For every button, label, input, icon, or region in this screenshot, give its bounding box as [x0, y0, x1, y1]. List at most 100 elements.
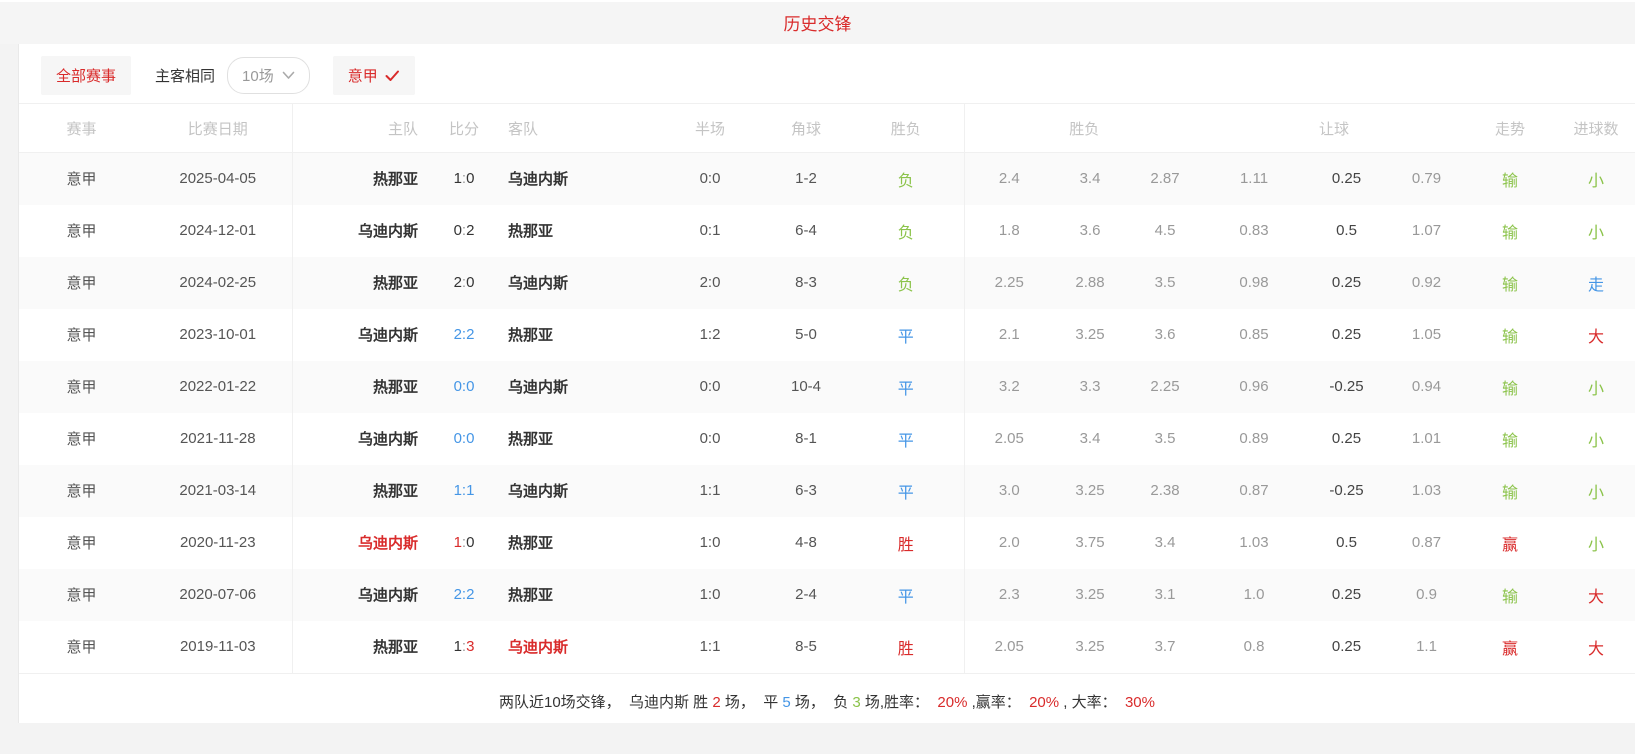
check-icon: [385, 70, 400, 82]
match-count-dropdown[interactable]: 10场: [227, 57, 310, 94]
odds-draw-cell: 3.75: [1075, 534, 1105, 551]
summary-text: 场， 平: [720, 693, 783, 711]
goals-cell: 大: [1588, 588, 1605, 606]
corner-cell: 4-8: [795, 534, 817, 551]
goals-cell: 大: [1588, 640, 1605, 658]
header-odds-group: 胜负: [964, 103, 1204, 153]
filter-league-label: 意甲: [347, 68, 378, 85]
halftime-cell: 0:0: [699, 378, 721, 395]
summary-lose-count: 3: [852, 693, 861, 711]
home-team-cell: 热那亚: [372, 275, 418, 292]
summary-text: 场， 负: [790, 693, 853, 711]
result-cell: 平: [848, 464, 965, 517]
table-row: 意甲 2021-03-14 热那亚 1:1 乌迪内斯 1:1 6-3 平 3.0…: [19, 464, 1635, 517]
header-score: 比分: [434, 103, 494, 153]
table-row: 意甲 2024-02-25 热那亚 2:0 乌迪内斯 2:0 8-3 负 2.2…: [19, 256, 1635, 309]
odds-win-cell: 2.05: [994, 638, 1024, 655]
corner-cell: 1-2: [795, 170, 817, 188]
handicap-line-cell: 0.5: [1336, 222, 1357, 239]
goals-cell: 小: [1588, 484, 1605, 502]
filter-league-button[interactable]: 意甲: [332, 56, 415, 95]
date-cell: 2022-01-22: [144, 360, 293, 413]
score-cell: 0:2: [453, 222, 475, 239]
history-card: 全部赛事 主客相同 10场 意甲 赛事 比赛日期 主队 比分 客队 半场 角球 …: [18, 44, 1635, 723]
league-cell: 意甲: [66, 535, 97, 552]
handicap-away-cell: 0.94: [1411, 378, 1442, 395]
score-cell: 2:2: [453, 586, 475, 603]
away-team-cell: 乌迪内斯: [508, 275, 569, 292]
score-cell: 0:0: [453, 378, 475, 395]
halftime-cell: 0:0: [699, 430, 721, 447]
handicap-home-cell: 0.96: [1239, 378, 1269, 395]
trend-cell: 输: [1502, 328, 1519, 346]
home-team-cell: 乌迪内斯: [357, 327, 418, 344]
table-row: 意甲 2025-04-05 热那亚 1:0 乌迪内斯 0:0 1-2 负 2.4…: [19, 152, 1635, 205]
result-cell: 胜: [848, 620, 965, 673]
odds-draw-cell: 3.25: [1075, 326, 1105, 343]
table-row: 意甲 2020-07-06 乌迪内斯 2:2 热那亚 1:0 2-4 平 2.3…: [19, 568, 1635, 621]
score-cell: 2:2: [453, 326, 475, 343]
handicap-line-cell: 0.25: [1331, 326, 1362, 343]
odds-draw-cell: 3.3: [1079, 378, 1101, 395]
odds-win-cell: 3.0: [998, 482, 1020, 499]
header-trend: 走势: [1464, 103, 1557, 153]
halftime-cell: 1:0: [699, 586, 721, 603]
handicap-away-cell: 0.87: [1411, 534, 1442, 551]
handicap-away-cell: 0.9: [1416, 586, 1437, 603]
handicap-line-cell: 0.25: [1331, 638, 1362, 655]
handicap-away-cell: 0.92: [1411, 274, 1442, 291]
odds-draw-cell: 3.25: [1075, 638, 1105, 655]
score-cell: 2:0: [453, 274, 475, 291]
table-row: 意甲 2021-11-28 乌迪内斯 0:0 热那亚 0:0 8-1 平 2.0…: [19, 412, 1635, 465]
score-cell: 1:1: [453, 482, 475, 499]
table-row: 意甲 2022-01-22 热那亚 0:0 乌迪内斯 0:0 10-4 平 3.…: [19, 360, 1635, 413]
header-away: 客队: [494, 103, 656, 153]
score-cell: 1:0: [453, 170, 475, 188]
goals-cell: 小: [1588, 224, 1605, 242]
date-cell: 2024-02-25: [144, 256, 293, 309]
handicap-away-cell: 1.03: [1411, 482, 1442, 499]
handicap-line-cell: -0.25: [1329, 378, 1364, 395]
filter-all-events-button[interactable]: 全部赛事: [41, 56, 132, 95]
trend-cell: 输: [1502, 172, 1519, 190]
chevron-down-icon: [282, 71, 295, 80]
trend-cell: 赢: [1502, 536, 1519, 554]
corner-cell: 6-3: [795, 482, 817, 499]
date-cell: 2021-11-28: [144, 412, 293, 465]
handicap-home-cell: 0.98: [1239, 274, 1269, 291]
away-team-cell: 热那亚: [508, 587, 554, 604]
summary-bar: 两队近10场交锋， 乌迪内斯 胜 2 场， 平 5 场， 负 3 场,胜率： 2…: [19, 672, 1635, 729]
odds-lose-cell: 3.1: [1154, 586, 1176, 603]
summary-text: 两队近10场交锋， 乌迪内斯 胜: [498, 693, 713, 711]
odds-draw-cell: 3.4: [1079, 170, 1101, 188]
title-band: 历史交锋: [0, 0, 1635, 44]
filter-same-venue-button[interactable]: 主客相同: [155, 65, 215, 86]
handicap-line-cell: 0.25: [1331, 586, 1362, 603]
page-title: 历史交锋: [783, 15, 852, 34]
goals-cell: 小: [1588, 172, 1605, 190]
summary-win-count: 2: [712, 693, 721, 711]
header-corner: 角球: [764, 103, 848, 153]
trend-cell: 输: [1502, 380, 1519, 398]
odds-win-cell: 2.25: [994, 274, 1024, 291]
league-cell: 意甲: [66, 587, 97, 604]
odds-win-cell: 2.3: [998, 586, 1020, 603]
corner-cell: 8-3: [795, 274, 817, 291]
away-team-cell: 乌迪内斯: [508, 171, 569, 189]
home-team-cell: 热那亚: [372, 639, 418, 656]
summary-text: 场,胜率：: [860, 693, 938, 711]
away-team-cell: 乌迪内斯: [508, 483, 569, 500]
odds-draw-cell: 3.25: [1075, 586, 1105, 603]
summary-text: , 大率：: [1059, 693, 1125, 711]
home-team-cell: 乌迪内斯: [357, 535, 418, 552]
trend-cell: 输: [1502, 588, 1519, 606]
handicap-home-cell: 0.83: [1239, 222, 1269, 239]
goals-cell: 小: [1588, 536, 1605, 554]
date-cell: 2023-10-01: [144, 308, 293, 361]
league-cell: 意甲: [66, 639, 97, 656]
goals-cell: 小: [1588, 380, 1605, 398]
halftime-cell: 1:2: [699, 326, 721, 343]
league-cell: 意甲: [66, 379, 97, 396]
odds-lose-cell: 3.7: [1154, 638, 1176, 655]
trend-cell: 输: [1502, 224, 1519, 242]
